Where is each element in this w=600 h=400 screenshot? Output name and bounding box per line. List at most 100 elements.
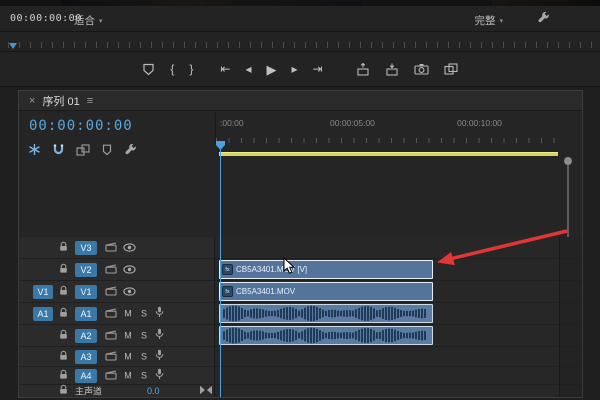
lock-icon	[58, 350, 69, 361]
track-lock-button[interactable]	[58, 239, 69, 257]
solo-button[interactable]: S	[138, 350, 150, 363]
lock-icon	[58, 263, 69, 274]
lock-icon	[58, 307, 69, 318]
source-patch[interactable]	[33, 329, 53, 343]
track-row-v3: V3	[19, 237, 582, 258]
solo-button[interactable]: S	[138, 307, 150, 320]
sync-lock-button[interactable]	[105, 283, 117, 301]
fx-badge: fx	[222, 286, 233, 297]
track-lock-button[interactable]	[58, 261, 69, 279]
work-area-bar[interactable]	[219, 152, 558, 156]
timeline-settings-button[interactable]	[124, 143, 137, 161]
sync-lock-button[interactable]	[105, 239, 117, 257]
add-marker-button[interactable]	[101, 143, 113, 161]
comparison-view-button[interactable]	[444, 63, 458, 75]
track-toggle-v1[interactable]: V1	[75, 285, 97, 299]
source-patch-a1[interactable]: A1	[33, 307, 53, 321]
go-to-in-button[interactable]: ⇤	[220, 63, 230, 75]
tab-close-button[interactable]: ×	[29, 95, 35, 107]
solo-button[interactable]: S	[138, 369, 150, 382]
mute-button[interactable]: M	[122, 307, 134, 320]
sync-lock-button[interactable]	[105, 327, 117, 345]
clip-a2-audio[interactable]	[219, 326, 433, 345]
sync-lock-button[interactable]	[105, 305, 117, 323]
voiceover-record-button[interactable]	[155, 367, 164, 385]
sync-lock-icon	[105, 264, 117, 274]
source-patch[interactable]	[33, 350, 53, 364]
chevron-down-icon: ▾	[99, 17, 103, 25]
sequence-tab[interactable]: 序列 01	[42, 93, 79, 109]
track-output-button[interactable]	[123, 283, 136, 301]
step-forward-button[interactable]: ▸	[292, 63, 298, 75]
source-patch[interactable]	[33, 263, 53, 277]
sync-lock-button[interactable]	[105, 367, 117, 385]
step-back-button[interactable]: ◂	[245, 63, 251, 75]
linked-selection-button[interactable]	[76, 143, 90, 161]
mute-button[interactable]: M	[122, 329, 134, 342]
master-track-row: 主声道 0.0	[19, 385, 582, 397]
monitor-mini-timeline[interactable]	[0, 32, 600, 52]
playback-quality-select[interactable]: 完整 ▾	[474, 13, 503, 28]
wrench-icon	[537, 11, 550, 24]
go-to-out-button[interactable]: ⇥	[313, 63, 323, 75]
monitor-timecode[interactable]: 00:00:00:00	[10, 13, 82, 24]
clip-label: CB5A3401.MOV [V]	[236, 265, 307, 274]
sync-lock-icon	[105, 351, 117, 361]
track-lock-button[interactable]	[58, 305, 69, 323]
track-output-button[interactable]	[123, 261, 136, 279]
track-lock-button[interactable]	[58, 327, 69, 345]
track-lock-button[interactable]	[58, 283, 69, 301]
transport-controls: { } ⇤ ◂ ▶ ▸ ⇥	[0, 52, 600, 87]
export-frame-button[interactable]	[414, 63, 429, 75]
scrollbar-handle-top[interactable]	[564, 157, 572, 165]
header-lane-divider	[214, 237, 215, 397]
clip-v1-video[interactable]: fx CB5A3401.MOV	[219, 282, 433, 301]
clip-v2-video[interactable]: fx CB5A3401.MOV [V]	[219, 260, 433, 279]
master-volume-value[interactable]: 0.0	[147, 386, 160, 396]
track-toggle-v2[interactable]: V2	[75, 263, 97, 277]
mark-out-button[interactable]: }	[189, 63, 193, 75]
ruler-label: :00:00	[220, 118, 244, 128]
monitor-settings-button[interactable]	[537, 11, 550, 29]
track-toggle-a2[interactable]: A2	[75, 329, 97, 343]
sync-lock-button[interactable]	[105, 261, 117, 279]
pan-control[interactable]	[199, 382, 213, 400]
audio-waveform	[221, 327, 431, 344]
track-lock-button[interactable]	[58, 348, 69, 366]
track-lock-button[interactable]	[58, 382, 69, 400]
snap-toggle-button[interactable]	[52, 143, 65, 161]
track-toggle-a3[interactable]: A3	[75, 350, 97, 364]
timeline-timecode[interactable]: 00:00:00:00	[29, 118, 133, 134]
timeline-ruler[interactable]: :00:00 00:00:05:00 00:00:10:00	[215, 113, 560, 143]
source-patch[interactable]	[33, 241, 53, 255]
voiceover-record-button[interactable]	[155, 327, 164, 345]
extract-icon	[385, 63, 399, 76]
marker-icon	[101, 144, 113, 156]
sync-lock-button[interactable]	[105, 348, 117, 366]
source-patch[interactable]	[33, 369, 53, 383]
track-area: V3 V2 V1 V1 A1 A1	[19, 237, 582, 397]
mute-button[interactable]: M	[122, 369, 134, 382]
voiceover-record-button[interactable]	[155, 305, 164, 323]
voiceover-record-button[interactable]	[155, 348, 164, 366]
mute-button[interactable]: M	[122, 350, 134, 363]
track-toggle-a4[interactable]: A4	[75, 369, 97, 383]
mark-in-button[interactable]: {	[170, 63, 174, 75]
mini-playhead-icon[interactable]	[9, 43, 17, 49]
add-marker-button[interactable]	[142, 63, 155, 76]
zoom-level-select[interactable]: 适合 ▾	[74, 13, 103, 28]
lift-button[interactable]	[356, 63, 370, 76]
nest-toggle-button[interactable]	[28, 143, 41, 161]
track-toggle-a1[interactable]: A1	[75, 307, 97, 321]
track-toggle-v3[interactable]: V3	[75, 241, 97, 255]
play-button[interactable]: ▶	[267, 63, 277, 76]
track-output-button[interactable]	[123, 239, 136, 257]
ruler-label: 00:00:05:00	[330, 118, 375, 128]
panel-menu-icon[interactable]: ≡	[87, 95, 93, 107]
lock-icon	[58, 329, 69, 340]
solo-button[interactable]: S	[138, 329, 150, 342]
source-patch-v1[interactable]: V1	[33, 285, 53, 299]
clip-a1-audio[interactable]	[219, 304, 433, 323]
extract-button[interactable]	[385, 63, 399, 76]
camera-icon	[414, 63, 429, 75]
